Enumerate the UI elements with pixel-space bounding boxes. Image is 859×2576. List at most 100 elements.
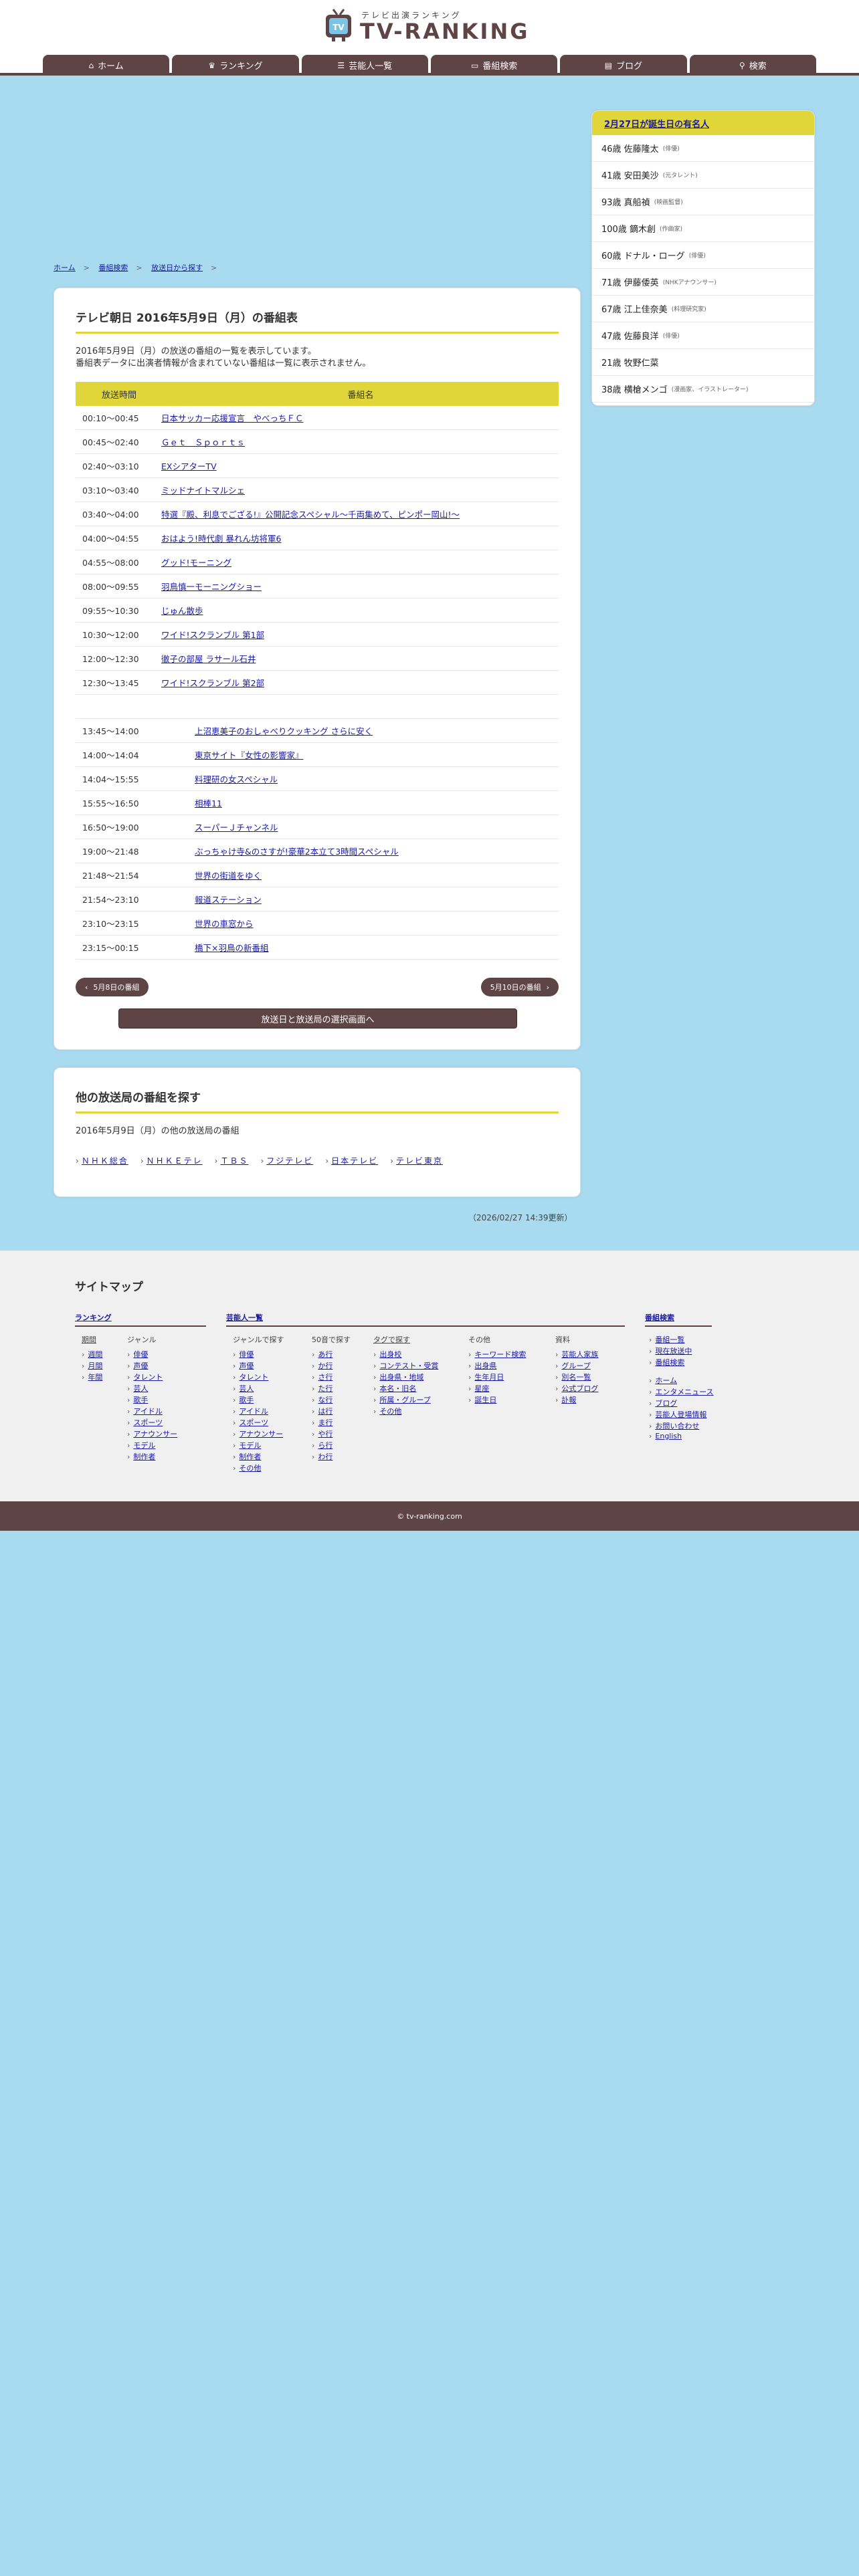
sitemap-link[interactable]: 出身県 — [474, 1362, 496, 1370]
program-link[interactable]: 橋下×羽鳥の新番組 — [195, 943, 268, 953]
program-link[interactable]: スーパーＪチャンネル — [195, 823, 278, 833]
sitemap-link[interactable]: 誕生日 — [474, 1396, 496, 1404]
sitemap-link[interactable]: お問い合わせ — [655, 1422, 699, 1430]
sitemap-link[interactable]: 声優 — [239, 1362, 254, 1370]
sitemap-link[interactable]: キーワード検索 — [474, 1350, 526, 1359]
station-link[interactable]: フジテレビ — [266, 1156, 313, 1166]
birthday-item[interactable]: 100歳 鏑木創 (作曲家) — [592, 215, 814, 242]
sitemap-link[interactable]: 出身校 — [379, 1350, 401, 1359]
breadcrumb-by-date[interactable]: 放送日から探す — [151, 263, 203, 272]
station-link[interactable]: ＮＨＫＥテレ — [147, 1156, 203, 1166]
program-link[interactable]: 世界の街道をゆく — [195, 871, 262, 881]
sitemap-link[interactable]: は行 — [318, 1407, 332, 1416]
next-day-button[interactable]: 5月10日の番組 › — [480, 978, 559, 996]
sitemap-link[interactable]: た行 — [318, 1384, 332, 1393]
program-link[interactable]: グッド!モーニング — [161, 558, 231, 568]
program-link[interactable]: ワイド!スクランブル 第2部 — [161, 678, 264, 688]
sitemap-link[interactable]: 俳優 — [133, 1350, 148, 1359]
sitemap-link[interactable]: モデル — [239, 1441, 261, 1450]
sitemap-link[interactable]: 歌手 — [133, 1396, 148, 1404]
station-link[interactable]: ＮＨＫ総合 — [82, 1156, 128, 1166]
program-link[interactable]: じゅん散歩 — [161, 606, 203, 616]
sitemap-link[interactable]: 訃報 — [561, 1396, 576, 1404]
nav-item-0[interactable]: ⌂ ホーム — [43, 55, 170, 76]
sitemap-link[interactable]: モデル — [133, 1441, 155, 1450]
birthday-item[interactable]: 60歳 ドナル・ローグ (俳優) — [592, 242, 814, 269]
sitemap-link[interactable]: 週間 — [88, 1350, 102, 1359]
sitemap-link[interactable]: 歌手 — [239, 1396, 254, 1404]
sitemap-link[interactable]: コンテスト・受賞 — [379, 1362, 438, 1370]
sitemap-link[interactable]: 月間 — [88, 1362, 102, 1370]
sitemap-program-link[interactable]: 番組検索 — [645, 1313, 674, 1322]
sitemap-link[interactable]: か行 — [318, 1362, 332, 1370]
sitemap-link[interactable]: 制作者 — [239, 1453, 261, 1461]
station-link[interactable]: 日本テレビ — [331, 1156, 378, 1166]
sitemap-link[interactable]: 本名・旧名 — [379, 1384, 416, 1393]
sitemap-link[interactable]: その他 — [239, 1464, 261, 1473]
sitemap-link[interactable]: 番組検索 — [655, 1358, 684, 1367]
sitemap-link[interactable]: English — [655, 1432, 682, 1440]
program-link[interactable]: おはよう!時代劇 暴れん坊将軍6 — [161, 534, 281, 544]
birthday-item[interactable]: 21歳 牧野仁菜 — [592, 349, 814, 376]
program-link[interactable]: EXシアターTV — [161, 461, 217, 471]
program-link[interactable]: ぶっちゃけ寺&のさすが!豪華2本立て3時間スペシャル — [195, 847, 399, 857]
sitemap-link[interactable]: ホーム — [655, 1376, 677, 1385]
nav-item-3[interactable]: ▭ 番組検索 — [430, 55, 558, 76]
nav-item-2[interactable]: ☰ 芸能人一覧 — [301, 55, 428, 76]
program-link[interactable]: Ｇｅｔ Ｓｐｏｒｔｓ — [161, 437, 245, 447]
sitemap-link[interactable]: スポーツ — [133, 1418, 163, 1427]
sitemap-link[interactable]: エンタメニュース — [655, 1388, 713, 1396]
birthday-item[interactable]: 71歳 伊藤倭英 (NHKアナウンサー) — [592, 269, 814, 296]
sitemap-link[interactable]: わ行 — [318, 1453, 332, 1461]
program-link[interactable]: 相棒11 — [195, 798, 222, 809]
sitemap-link[interactable]: タレント — [239, 1373, 268, 1382]
birthday-item[interactable]: 47歳 佐藤良洋 (俳優) — [592, 322, 814, 349]
sitemap-ranking-link[interactable]: ランキング — [75, 1313, 112, 1322]
nav-item-4[interactable]: ▤ ブログ — [560, 55, 687, 76]
sitemap-link[interactable]: 声優 — [133, 1362, 148, 1370]
sitemap-link[interactable]: アイドル — [239, 1407, 268, 1416]
program-link[interactable]: 料理研の女スペシャル — [195, 774, 278, 784]
program-link[interactable]: 徹子の部屋 ラサール石井 — [161, 654, 256, 664]
select-date-station-button[interactable]: 放送日と放送局の選択画面へ — [118, 1008, 517, 1029]
sitemap-link[interactable]: 芸人 — [239, 1384, 254, 1393]
birthday-item[interactable]: 67歳 江上佳奈美 (料理研究家) — [592, 296, 814, 322]
breadcrumb-program-search[interactable]: 番組検索 — [98, 263, 128, 272]
sitemap-link[interactable]: あ行 — [318, 1350, 332, 1359]
birthday-title-link[interactable]: 2月27日が誕生日の有名人 — [604, 117, 709, 130]
sitemap-link[interactable]: 芸能人家族 — [561, 1350, 598, 1359]
program-link[interactable]: 世界の車窓から — [195, 919, 254, 929]
birthday-item[interactable]: 46歳 佐藤隆太 (俳優) — [592, 135, 814, 162]
prev-day-button[interactable]: ‹ 5月8日の番組 — [76, 978, 149, 996]
sitemap-link[interactable]: ま行 — [318, 1418, 332, 1427]
birthday-item[interactable]: 41歳 安田美沙 (元タレント) — [592, 162, 814, 189]
sitemap-link[interactable]: グループ — [561, 1362, 590, 1370]
birthday-item[interactable]: 38歳 横槍メンゴ (漫画家、イラストレーター) — [592, 376, 814, 403]
birthday-item[interactable]: 93歳 真船禎 (映画監督) — [592, 189, 814, 215]
sitemap-tag-label[interactable]: タグで探す — [373, 1334, 438, 1345]
sitemap-link[interactable]: 番組一覧 — [655, 1335, 684, 1344]
breadcrumb-home[interactable]: ホーム — [54, 263, 76, 272]
sitemap-link[interactable]: な行 — [318, 1396, 332, 1404]
sitemap-link[interactable]: アナウンサー — [133, 1430, 177, 1438]
station-link[interactable]: テレビ東京 — [396, 1156, 443, 1166]
program-link[interactable]: 報道ステーション — [195, 895, 262, 905]
sitemap-link[interactable]: 芸人 — [133, 1384, 148, 1393]
sitemap-link[interactable]: ブログ — [655, 1399, 677, 1408]
site-logo[interactable]: TV テレビ出演ランキング TV-RANKING — [324, 7, 538, 47]
nav-item-1[interactable]: ♛ ランキング — [172, 55, 299, 76]
program-link[interactable]: ミッドナイトマルシェ — [161, 486, 245, 496]
sitemap-link[interactable]: タレント — [133, 1373, 163, 1382]
sitemap-link[interactable]: ら行 — [318, 1441, 332, 1450]
sitemap-link[interactable]: 別名一覧 — [561, 1373, 591, 1382]
sitemap-link[interactable]: アナウンサー — [239, 1430, 283, 1438]
sitemap-link[interactable]: その他 — [379, 1407, 401, 1416]
station-link[interactable]: ＴＢＳ — [220, 1156, 248, 1166]
program-link[interactable]: ワイド!スクランブル 第1部 — [161, 630, 264, 640]
sitemap-link[interactable]: 所属・グループ — [379, 1396, 430, 1404]
nav-item-5[interactable]: ⚲ 検索 — [689, 55, 816, 76]
sitemap-link[interactable]: 制作者 — [133, 1453, 155, 1461]
sitemap-people-link[interactable]: 芸能人一覧 — [226, 1313, 263, 1322]
sitemap-link[interactable]: や行 — [318, 1430, 332, 1438]
sitemap-link[interactable]: さ行 — [318, 1373, 332, 1382]
